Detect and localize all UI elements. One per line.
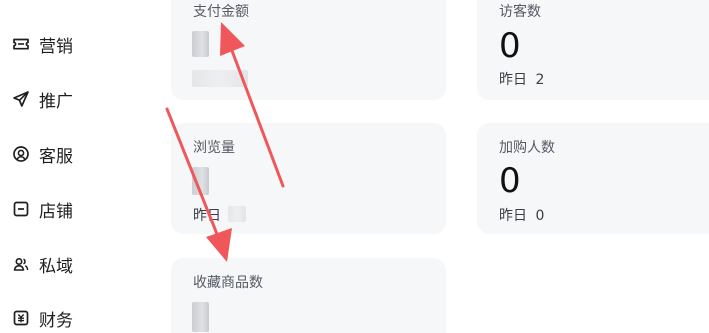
redacted-previous-value [192,70,248,87]
stat-previous-label: 昨日 [193,208,221,224]
sidebar-item-label: 店铺 [39,201,73,222]
previous-label: 昨日 [499,208,527,224]
stat-card-payment-amount[interactable]: 支付金额 [171,0,446,100]
stat-title: 加购人数 [499,140,555,156]
sidebar-item-finance[interactable]: 财务 [12,303,102,333]
previous-value: 2 [535,72,545,88]
ticket-icon [13,38,29,50]
stat-title: 支付金额 [193,4,249,20]
stat-title: 收藏商品数 [193,275,263,291]
previous-label: 昨日 [499,72,527,88]
stat-value: 0 [499,26,521,66]
stat-value: 0 [499,161,521,201]
stat-card-favorites[interactable]: 收藏商品数 [171,258,446,333]
sidebar-item-label: 客服 [39,146,73,167]
sidebar-item-label: 营销 [39,36,73,57]
sidebar-item-customer-service[interactable]: 客服 [12,139,102,169]
store-icon [13,201,29,217]
stats-panel: 支付金额 访客数 0 昨日 2 浏览量 昨日 加购人数 0 昨日 0 收藏商品数 [110,0,709,333]
stat-card-views[interactable]: 浏览量 昨日 [171,123,446,234]
previous-value: 0 [535,208,545,224]
finance-icon [13,310,29,326]
sidebar-item-label: 推广 [39,91,73,112]
sidebar-item-label: 私域 [39,256,73,277]
redacted-value [192,302,209,332]
stat-title: 浏览量 [193,140,235,156]
sidebar-item-store[interactable]: 店铺 [12,194,102,224]
sidebar: 营销 推广 客服 店铺 私域 财务 [0,0,108,333]
redacted-value [192,167,209,195]
users-icon [13,257,29,271]
sidebar-item-promotion[interactable]: 推广 [12,84,102,114]
stat-card-visitors[interactable]: 访客数 0 昨日 2 [477,0,709,100]
stat-previous-label: 昨日 0 [499,205,544,225]
stat-previous-label: 昨日 2 [499,69,544,89]
stat-card-add-to-cart[interactable]: 加购人数 0 昨日 0 [477,123,709,234]
sidebar-item-private-domain[interactable]: 私域 [12,249,102,279]
redacted-value [192,31,209,57]
redacted-previous-value [228,206,246,222]
sidebar-item-label: 财务 [39,310,73,331]
customer-service-icon [13,146,29,162]
stat-title: 访客数 [499,4,541,20]
dashboard-root: 营销 推广 客服 店铺 私域 财务 支付金额 访客数 0 昨日 2 浏览量 昨日… [0,0,709,333]
sidebar-item-marketing[interactable]: 营销 [12,29,102,59]
send-icon [13,91,29,107]
